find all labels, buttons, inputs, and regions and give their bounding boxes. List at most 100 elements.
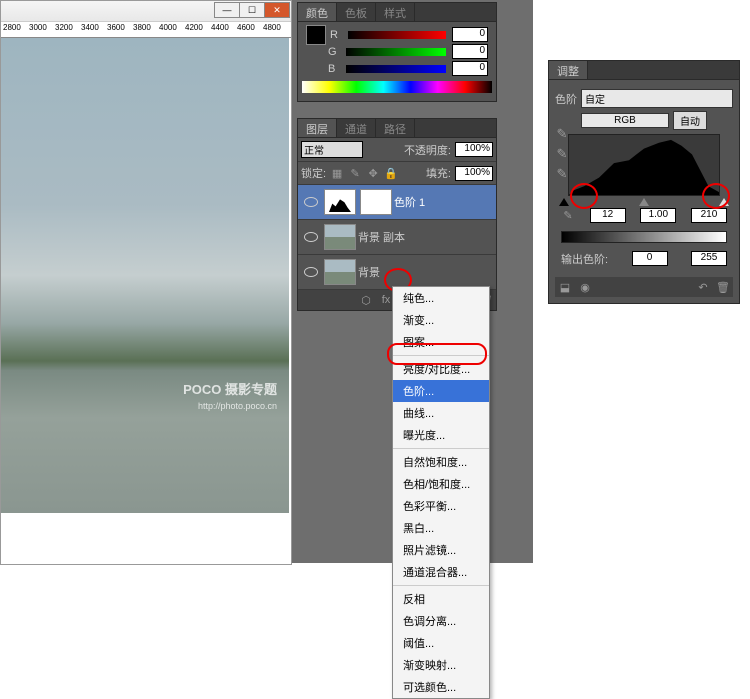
layer-name: 背景 副本 — [358, 229, 405, 245]
tab-channels[interactable]: 通道 — [337, 119, 376, 137]
adjustments-panel: 调整 色阶 自定 RGB 自动 ✎ 12 1.00 210 输出色阶: 0 25 — [548, 60, 740, 304]
layer-bg[interactable]: 背景 — [298, 255, 496, 290]
minimize-button[interactable]: — — [214, 2, 240, 18]
r-slider[interactable] — [348, 31, 446, 39]
menu-levels[interactable]: 色阶... — [393, 380, 489, 402]
g-slider[interactable] — [346, 48, 446, 56]
menu-gradient[interactable]: 渐变... — [393, 309, 489, 331]
foreground-swatch[interactable] — [306, 25, 326, 45]
ruler-mark: 4000 — [159, 23, 177, 32]
menu-selective-color[interactable]: 可选颜色... — [393, 676, 489, 698]
fill-label: 填充: — [426, 165, 451, 181]
blend-mode-select[interactable]: 正常 — [301, 141, 363, 158]
input-white-value[interactable]: 210 — [691, 208, 727, 223]
delete-icon[interactable]: 🗑 — [716, 280, 730, 294]
canvas-image[interactable]: POCO 摄影专题 http://photo.poco.cn — [1, 38, 289, 513]
menu-color-balance[interactable]: 色彩平衡... — [393, 495, 489, 517]
ruler-mark: 4800 — [263, 23, 281, 32]
ruler-mark: 2800 — [3, 23, 21, 32]
maximize-button[interactable]: ☐ — [239, 2, 265, 18]
sample-icon[interactable]: ✎ — [561, 208, 575, 222]
clip-icon[interactable]: ⬓ — [558, 280, 572, 294]
white-point-slider[interactable] — [719, 198, 729, 206]
lock-move-icon[interactable]: ✥ — [366, 166, 380, 180]
menu-bw[interactable]: 黑白... — [393, 517, 489, 539]
eyedropper-gray-icon[interactable]: ✎ — [554, 146, 570, 162]
tab-styles[interactable]: 样式 — [376, 3, 415, 21]
menu-vibrance[interactable]: 自然饱和度... — [393, 451, 489, 473]
menu-channel-mixer[interactable]: 通道混合器... — [393, 561, 489, 583]
g-label: G — [328, 46, 340, 58]
menu-gradient-map[interactable]: 渐变映射... — [393, 654, 489, 676]
menu-posterize[interactable]: 色调分离... — [393, 610, 489, 632]
title-bar[interactable]: — ☐ ✕ — [1, 1, 291, 22]
menu-curves[interactable]: 曲线... — [393, 402, 489, 424]
adjustment-layer-menu: 纯色... 渐变... 图案... 亮度/对比度... 色阶... 曲线... … — [392, 286, 490, 699]
menu-pattern[interactable]: 图案... — [393, 331, 489, 353]
ruler-mark: 3600 — [107, 23, 125, 32]
black-point-slider[interactable] — [559, 198, 569, 206]
output-gradient[interactable] — [561, 231, 727, 243]
tab-adjustments[interactable]: 调整 — [549, 61, 588, 79]
menu-solid-color[interactable]: 纯色... — [393, 287, 489, 309]
b-label: B — [328, 63, 340, 75]
horizontal-ruler: 2800 3000 3200 3400 3600 3800 4000 4200 … — [1, 22, 291, 38]
lock-brush-icon[interactable]: ✎ — [348, 166, 362, 180]
tab-swatches[interactable]: 色板 — [337, 3, 376, 21]
menu-threshold[interactable]: 阈值... — [393, 632, 489, 654]
r-label: R — [330, 29, 342, 41]
tab-layers[interactable]: 图层 — [298, 119, 337, 137]
output-white-value[interactable]: 255 — [691, 251, 727, 266]
menu-brightness[interactable]: 亮度/对比度... — [393, 358, 489, 380]
input-gamma-value[interactable]: 1.00 — [640, 208, 676, 223]
b-value[interactable]: 0 — [452, 61, 488, 76]
layer-mask-thumb[interactable] — [360, 189, 392, 215]
color-panel: 颜色 色板 样式 R 0 G 0 B 0 — [297, 2, 497, 102]
menu-exposure[interactable]: 曝光度... — [393, 424, 489, 446]
menu-photo-filter[interactable]: 照片滤镜... — [393, 539, 489, 561]
tab-color[interactable]: 颜色 — [298, 3, 337, 21]
b-slider[interactable] — [346, 65, 446, 73]
fill-value[interactable]: 100% — [455, 166, 493, 181]
auto-button[interactable]: 自动 — [673, 111, 707, 130]
lock-all-icon[interactable]: 🔒 — [384, 166, 398, 180]
gamma-slider[interactable] — [639, 198, 649, 206]
g-value[interactable]: 0 — [452, 44, 488, 59]
layer-thumb[interactable] — [324, 224, 356, 250]
eyedropper-white-icon[interactable]: ✎ — [554, 166, 570, 182]
ruler-mark: 3200 — [55, 23, 73, 32]
visibility-icon[interactable] — [304, 265, 318, 279]
output-label: 输出色阶: — [561, 251, 608, 267]
fx-icon[interactable]: fx — [379, 293, 393, 307]
document-window: — ☐ ✕ 2800 3000 3200 3400 3600 3800 4000… — [0, 0, 292, 565]
layer-levels[interactable]: 色阶 1 — [298, 185, 496, 220]
menu-invert[interactable]: 反相 — [393, 588, 489, 610]
layer-thumb[interactable] — [324, 189, 356, 215]
output-black-value[interactable]: 0 — [632, 251, 668, 266]
link-icon[interactable]: ⬡ — [359, 293, 373, 307]
opacity-value[interactable]: 100% — [455, 142, 493, 157]
tab-paths[interactable]: 路径 — [376, 119, 415, 137]
input-black-value[interactable]: 12 — [590, 208, 626, 223]
lock-label: 锁定: — [301, 165, 326, 181]
eyedropper-black-icon[interactable]: ✎ — [554, 126, 570, 142]
opacity-label: 不透明度: — [404, 142, 451, 158]
ruler-mark: 3800 — [133, 23, 151, 32]
lock-pixels-icon[interactable]: ▦ — [330, 166, 344, 180]
preset-select[interactable]: 自定 — [581, 89, 733, 108]
menu-hue-sat[interactable]: 色相/饱和度... — [393, 473, 489, 495]
reset-icon[interactable]: ↶ — [696, 280, 710, 294]
ruler-mark: 3000 — [29, 23, 47, 32]
spectrum-bar[interactable] — [302, 81, 492, 93]
view-icon[interactable]: ◉ — [578, 280, 592, 294]
channel-select[interactable]: RGB — [581, 113, 669, 128]
close-button[interactable]: ✕ — [264, 2, 290, 18]
visibility-icon[interactable] — [304, 195, 318, 209]
visibility-icon[interactable] — [304, 230, 318, 244]
levels-label: 色阶 — [555, 91, 577, 107]
layer-name: 背景 — [358, 264, 380, 280]
layer-thumb[interactable] — [324, 259, 356, 285]
r-value[interactable]: 0 — [452, 27, 488, 42]
ruler-mark: 4200 — [185, 23, 203, 32]
layer-bg-copy[interactable]: 背景 副本 — [298, 220, 496, 255]
